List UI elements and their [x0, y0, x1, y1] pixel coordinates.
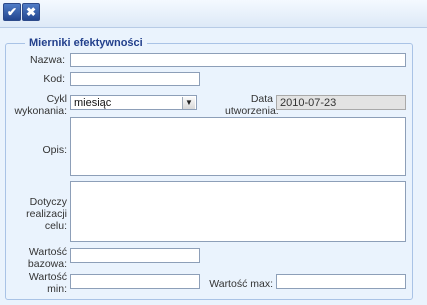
dotyczy-label-line3: celu: — [44, 220, 67, 232]
toolbar: ✔ ✖ — [0, 0, 427, 28]
kod-input[interactable] — [70, 72, 200, 86]
wartosc-bazowa-label: Wartość bazowa: — [10, 246, 67, 270]
nazwa-label: Nazwa: — [29, 54, 65, 66]
data-utworzenia-label: Data utworzenia: — [225, 93, 279, 117]
data-utworzenia-field: 2010-07-23 — [276, 95, 406, 110]
opis-label: Opis: — [42, 144, 67, 156]
kod-label: Kod: — [43, 73, 65, 85]
dotyczy-label: Dotyczy realizacji celu: — [10, 196, 67, 232]
wartosc-min-label-line2: min: — [47, 283, 67, 295]
nazwa-input[interactable] — [70, 53, 406, 67]
cykl-label: Cykl wykonania: — [10, 93, 67, 117]
dotyczy-label-line2: realizacji — [26, 208, 67, 220]
confirm-button[interactable]: ✔ — [3, 3, 21, 21]
dotyczy-label-line1: Dotyczy — [29, 196, 67, 208]
cykl-label-line1: Cykl — [46, 93, 67, 105]
wartosc-max-label: Wartość max: — [209, 278, 273, 290]
cykl-label-line2: wykonania: — [14, 105, 67, 117]
wartosc-bazowa-input[interactable] — [70, 248, 200, 263]
dotyczy-textarea[interactable] — [70, 181, 406, 242]
data-utworzenia-label-line1: Data — [250, 93, 273, 105]
data-utworzenia-label-line2: utworzenia: — [225, 105, 279, 117]
section-title: Mierniki efektywności — [25, 36, 147, 50]
cykl-selected-value: miesiąc — [74, 97, 112, 109]
wartosc-bazowa-label-line1: Wartość — [28, 246, 67, 258]
wartosc-min-input[interactable] — [70, 274, 200, 289]
wartosc-min-label-line1: Wartość — [28, 271, 67, 283]
wartosc-max-input[interactable] — [276, 274, 406, 289]
wartosc-min-label: Wartość min: — [10, 271, 67, 295]
chevron-down-icon[interactable]: ▼ — [182, 97, 195, 109]
cancel-button[interactable]: ✖ — [22, 3, 40, 21]
cykl-select[interactable]: miesiąc ▼ — [70, 95, 197, 110]
opis-textarea[interactable] — [70, 117, 406, 176]
close-icon: ✖ — [25, 5, 37, 19]
checkmark-icon: ✔ — [6, 5, 18, 19]
wartosc-bazowa-label-line2: bazowa: — [27, 258, 67, 270]
